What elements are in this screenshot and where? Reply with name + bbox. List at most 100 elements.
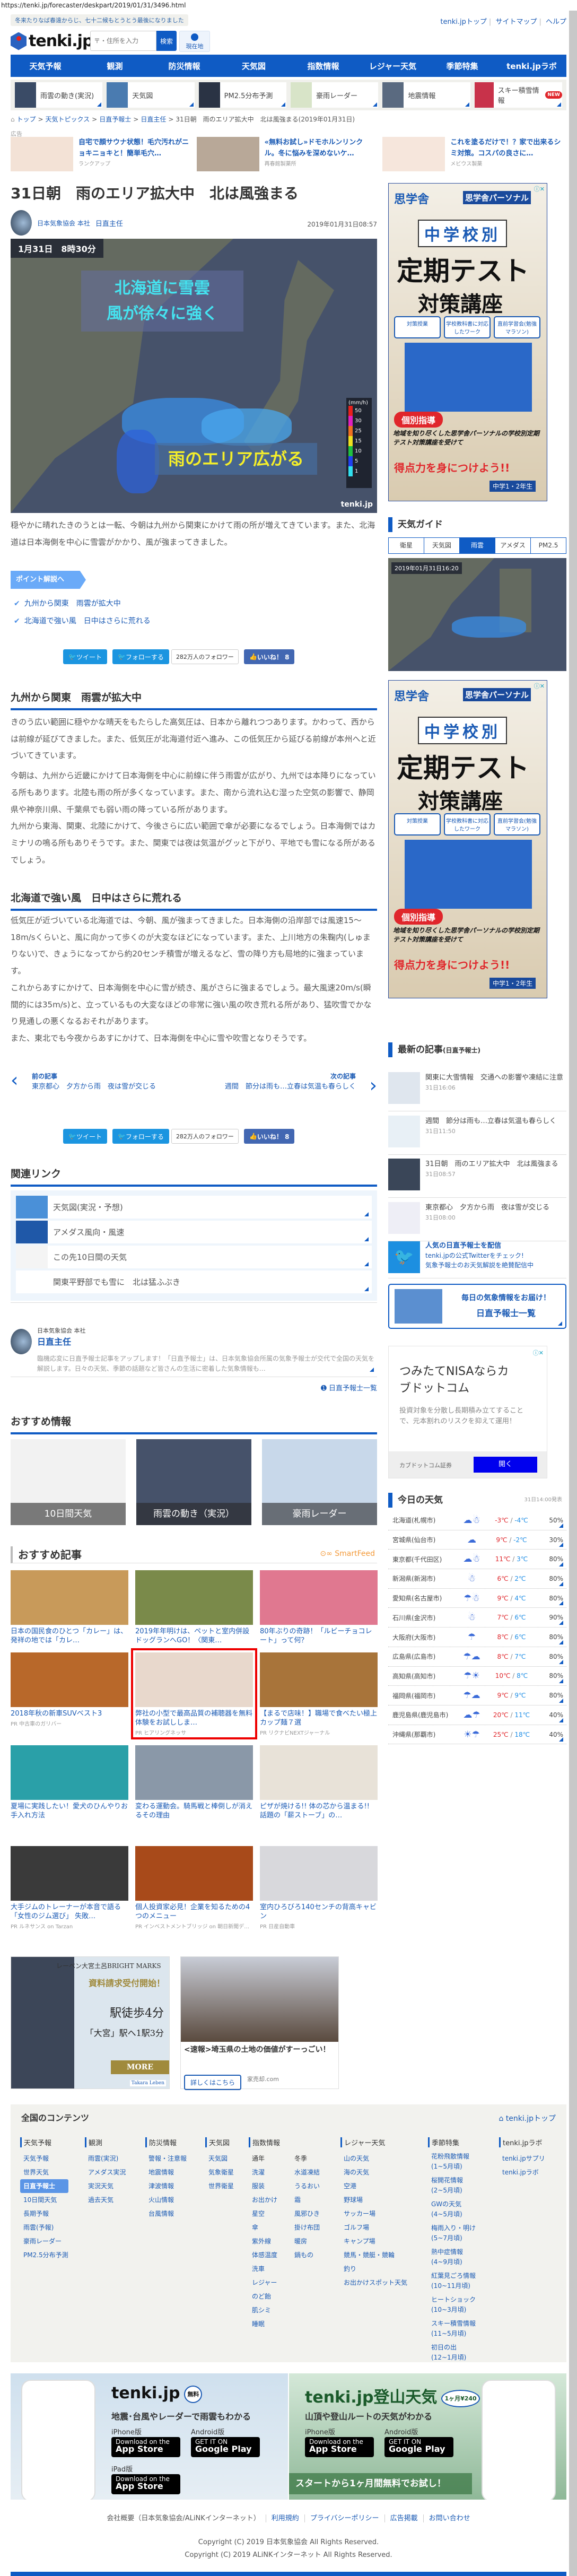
guide-tab[interactable]: 天気図 (424, 538, 459, 553)
sponsored-ad[interactable]: これを塗るだけで！？家で出来るシミ対策。コスパの良さに… メビウス製薬 (382, 137, 562, 171)
footer-link[interactable]: 花粉飛散情報 (1~5月頃) (428, 2152, 476, 2172)
related-link[interactable]: この先10日間の天気 (16, 1246, 372, 1268)
facebook-like-button[interactable]: 👍 いいね！ 8 (243, 649, 295, 664)
forecaster-list-link[interactable]: ➊ 日直予報士一覧 (321, 1382, 377, 1393)
breadcrumb-link[interactable]: 天気トピックス (46, 116, 90, 123)
next-article-link[interactable]: 次の記事 週間 節分は雨も…立春は気温も春らしく (223, 1072, 356, 1091)
profile-name[interactable]: 日直主任 (37, 1335, 71, 1347)
footer-link[interactable]: 長期予報 (20, 2207, 68, 2221)
footer-link[interactable]: 山の天気 (340, 2152, 407, 2165)
footer-link[interactable]: 利用規約 (265, 2514, 304, 2522)
sitemap-link[interactable]: サイトマップ (495, 18, 537, 26)
tweet-button[interactable]: 🐦 ツイート (63, 649, 107, 664)
footer-link[interactable]: 警報・注意報 (145, 2152, 187, 2165)
footer-link[interactable]: 日直予報士 (20, 2179, 68, 2193)
footer-link[interactable]: 梅雨入り・明け (5~7月頃) (428, 2223, 476, 2243)
recommended-article[interactable]: 日本の国民食のひとつ「カレー」は、発祥の地では「カレ… (11, 1570, 128, 1645)
footer-link[interactable]: お出かけスポット天気 (340, 2276, 407, 2290)
footer-link[interactable]: 水道凍結 (291, 2165, 328, 2179)
help-link[interactable]: ヘルプ (546, 18, 566, 26)
footer-link[interactable]: スキー積雪情報 (11~5月頃) (428, 2319, 476, 2339)
footer-link[interactable]: 天気図 (205, 2152, 234, 2165)
footer-link[interactable]: お問い合わせ (423, 2514, 476, 2522)
current-location-button[interactable]: 現在地 (179, 31, 210, 52)
today-weather-row[interactable]: 大阪府(大阪市) ☂ 8℃ / 6℃ 80% (388, 1628, 566, 1647)
guide-tab[interactable]: PM2.5 (530, 538, 566, 553)
recommended-article[interactable]: 個人投資家必見！企業を知るための4つのメニュー PR インベストメントブリッジ o… (135, 1846, 253, 1930)
footer-link[interactable]: 洗濯 (249, 2165, 286, 2179)
footer-link[interactable]: tenki.jpサプリ (499, 2152, 545, 2165)
footer-link[interactable]: 服装 (249, 2179, 286, 2193)
today-weather-row[interactable]: 北海道(札幌市) ☁☃ -3℃ / -4℃ 50% (388, 1511, 566, 1530)
related-link[interactable]: アメダス風向・風速 (16, 1221, 372, 1243)
footer-link[interactable]: 肌シミ (249, 2303, 286, 2317)
footer-link[interactable]: サッカー場 (340, 2207, 407, 2221)
recommended-article[interactable]: 弊社の小型で最高品質の補聴器を無料体験をお試ししま… PR ヒアリングネッサ (131, 1648, 257, 1739)
guide-tab[interactable]: 衛星 (389, 538, 424, 553)
follow-button[interactable]: 🐦 フォローする (112, 649, 169, 664)
related-link[interactable]: 天気図(実況・予想) (16, 1196, 372, 1219)
today-weather-row[interactable]: 石川県(金沢市) ☃ 7℃ / 6℃ 90% (388, 1608, 566, 1628)
footer-link[interactable]: 過去天気 (85, 2193, 126, 2207)
recommended-article[interactable]: 【まるで店味！】職場で食べたい極上カップ麺７選 PR リクナビNEXTジャーナル (260, 1652, 378, 1736)
author-avatar[interactable] (11, 1329, 32, 1354)
google-play-badge[interactable]: GET IT ON Google Play (191, 2437, 260, 2457)
author-name[interactable]: 日直主任 (95, 218, 123, 228)
today-weather-row[interactable]: 新潟県(新潟市) ☃ 6℃ / 2℃ 80% (388, 1569, 566, 1589)
nav-item[interactable]: 天気図 (219, 55, 288, 77)
footer-link[interactable]: 競馬・競艇・競輪 (340, 2248, 407, 2262)
footer-link[interactable]: 気象衛星 (205, 2165, 234, 2179)
nav-item[interactable]: 天気予報 (11, 55, 80, 77)
footer-link[interactable]: 海の天気 (340, 2165, 407, 2179)
footer-link[interactable]: 世界衛星 (205, 2179, 234, 2193)
address-search-input[interactable] (90, 31, 156, 51)
footer-link[interactable]: 広告掲載 (384, 2514, 423, 2522)
footer-link[interactable]: レジャー (249, 2276, 286, 2290)
footer-link[interactable]: 豪雨レーダー (20, 2234, 68, 2248)
app-store-badge[interactable]: Download on the App Store (305, 2437, 374, 2457)
footer-link[interactable]: 暖房 (291, 2234, 328, 2248)
chevron-right-icon[interactable]: › (370, 1075, 377, 1096)
footer-link[interactable]: 会社概要（日本気象協会/ALiNKインターネット） (101, 2514, 265, 2522)
today-weather-row[interactable]: 鹿児島県(鹿児島市) ☁☂ 20℃ / 11℃ 40% (388, 1705, 566, 1725)
sponsored-ad[interactable]: 自宅で顔サウナ状態！毛穴汚れがニョキニョキと！簡単毛穴… ランクアップ (11, 137, 190, 171)
point-item[interactable]: ✔ 九州から関東 雨雲が拡大中 (14, 598, 121, 608)
recommend-info-tile[interactable]: 豪雨レーダー (262, 1439, 377, 1525)
footer-link[interactable]: 掛け布団 (291, 2221, 328, 2234)
quick-link[interactable]: スキー積雪情報 NEW (474, 82, 562, 108)
footer-link[interactable]: 空港 (340, 2179, 407, 2193)
app-promo-banner[interactable]: tenki.jp 無料 地震･台風やレーダーで雨雲もわかる iPhone版 Androi… (11, 2373, 288, 2500)
breadcrumb-link[interactable]: 日直主任 (141, 116, 166, 123)
google-play-badge[interactable]: GET IT ON Google Play (384, 2437, 453, 2457)
app-store-badge[interactable]: Download on the App Store (111, 2474, 180, 2494)
quick-link[interactable]: 豪雨レーダー (290, 82, 379, 108)
ad-more-button[interactable]: MORE (111, 2060, 169, 2074)
footer-link[interactable]: 火山情報 (145, 2193, 187, 2207)
tenki-logo[interactable]: tenki.jp (11, 32, 93, 50)
facebook-like-button[interactable]: 👍 いいね！ 8 (243, 1129, 295, 1144)
nav-item[interactable]: レジャー天気 (358, 55, 427, 77)
footer-link[interactable]: 鍋もの (291, 2248, 328, 2262)
nav-item[interactable]: tenki.jpラボ (497, 55, 566, 77)
footer-link[interactable]: tenki.jpラボ (499, 2165, 545, 2179)
profile-description[interactable]: 臨機応変に日直予報士記事をアップします！「日直予報士」は、日本気象協会所属の気象… (37, 1354, 377, 1374)
footer-link[interactable]: 雨雲(実況) (85, 2152, 126, 2165)
footer-link[interactable]: PM2.5分布予測 (20, 2248, 68, 2262)
footer-link[interactable]: 実況天気 (85, 2179, 126, 2193)
footer-link[interactable]: 台風情報 (145, 2207, 187, 2221)
tenki-top-link[interactable]: tenki.jpトップ (440, 18, 486, 26)
recommend-info-tile[interactable]: 10日間天気 (11, 1439, 126, 1525)
app-store-badge[interactable]: Download on the App Store (111, 2437, 180, 2457)
page-scrollbar[interactable] (569, 11, 577, 2576)
app-promo-banner[interactable]: tenki.jp登山天気 1ヶ月¥240 山頂や登山ルートの天気がわかる iPhone… (289, 2373, 566, 2500)
today-weather-row[interactable]: 沖縄県(那覇市) ☀☂ 25℃ / 18℃ 40% (388, 1725, 566, 1745)
footer-link[interactable]: 風邪ひき (291, 2207, 328, 2221)
related-link[interactable]: 関東平野部でも雪に 北は猛ふぶき (16, 1270, 372, 1293)
recommended-article[interactable]: 2019年年明けは、ペットと室内併設ドッグランへGO！〈関東… (135, 1570, 253, 1645)
footer-link[interactable]: 紅葉見ごろ情報 (10~11月頃) (428, 2271, 476, 2291)
breadcrumb-link[interactable]: 日直予報士 (99, 116, 131, 123)
footer-link[interactable]: お出かけ (249, 2193, 286, 2207)
recommended-article[interactable]: 夏場に実践したい！愛犬のひんやりお手入れ方法 (11, 1745, 128, 1820)
sponsored-ad[interactable]: «無料お試し»ドモホルンリンクル。冬に悩みを深めないケ… 再春館製薬所 (196, 137, 377, 171)
forecaster-list-banner[interactable]: 毎日の気象情報をお届け！ 日直予報士一覧 (388, 1284, 566, 1329)
